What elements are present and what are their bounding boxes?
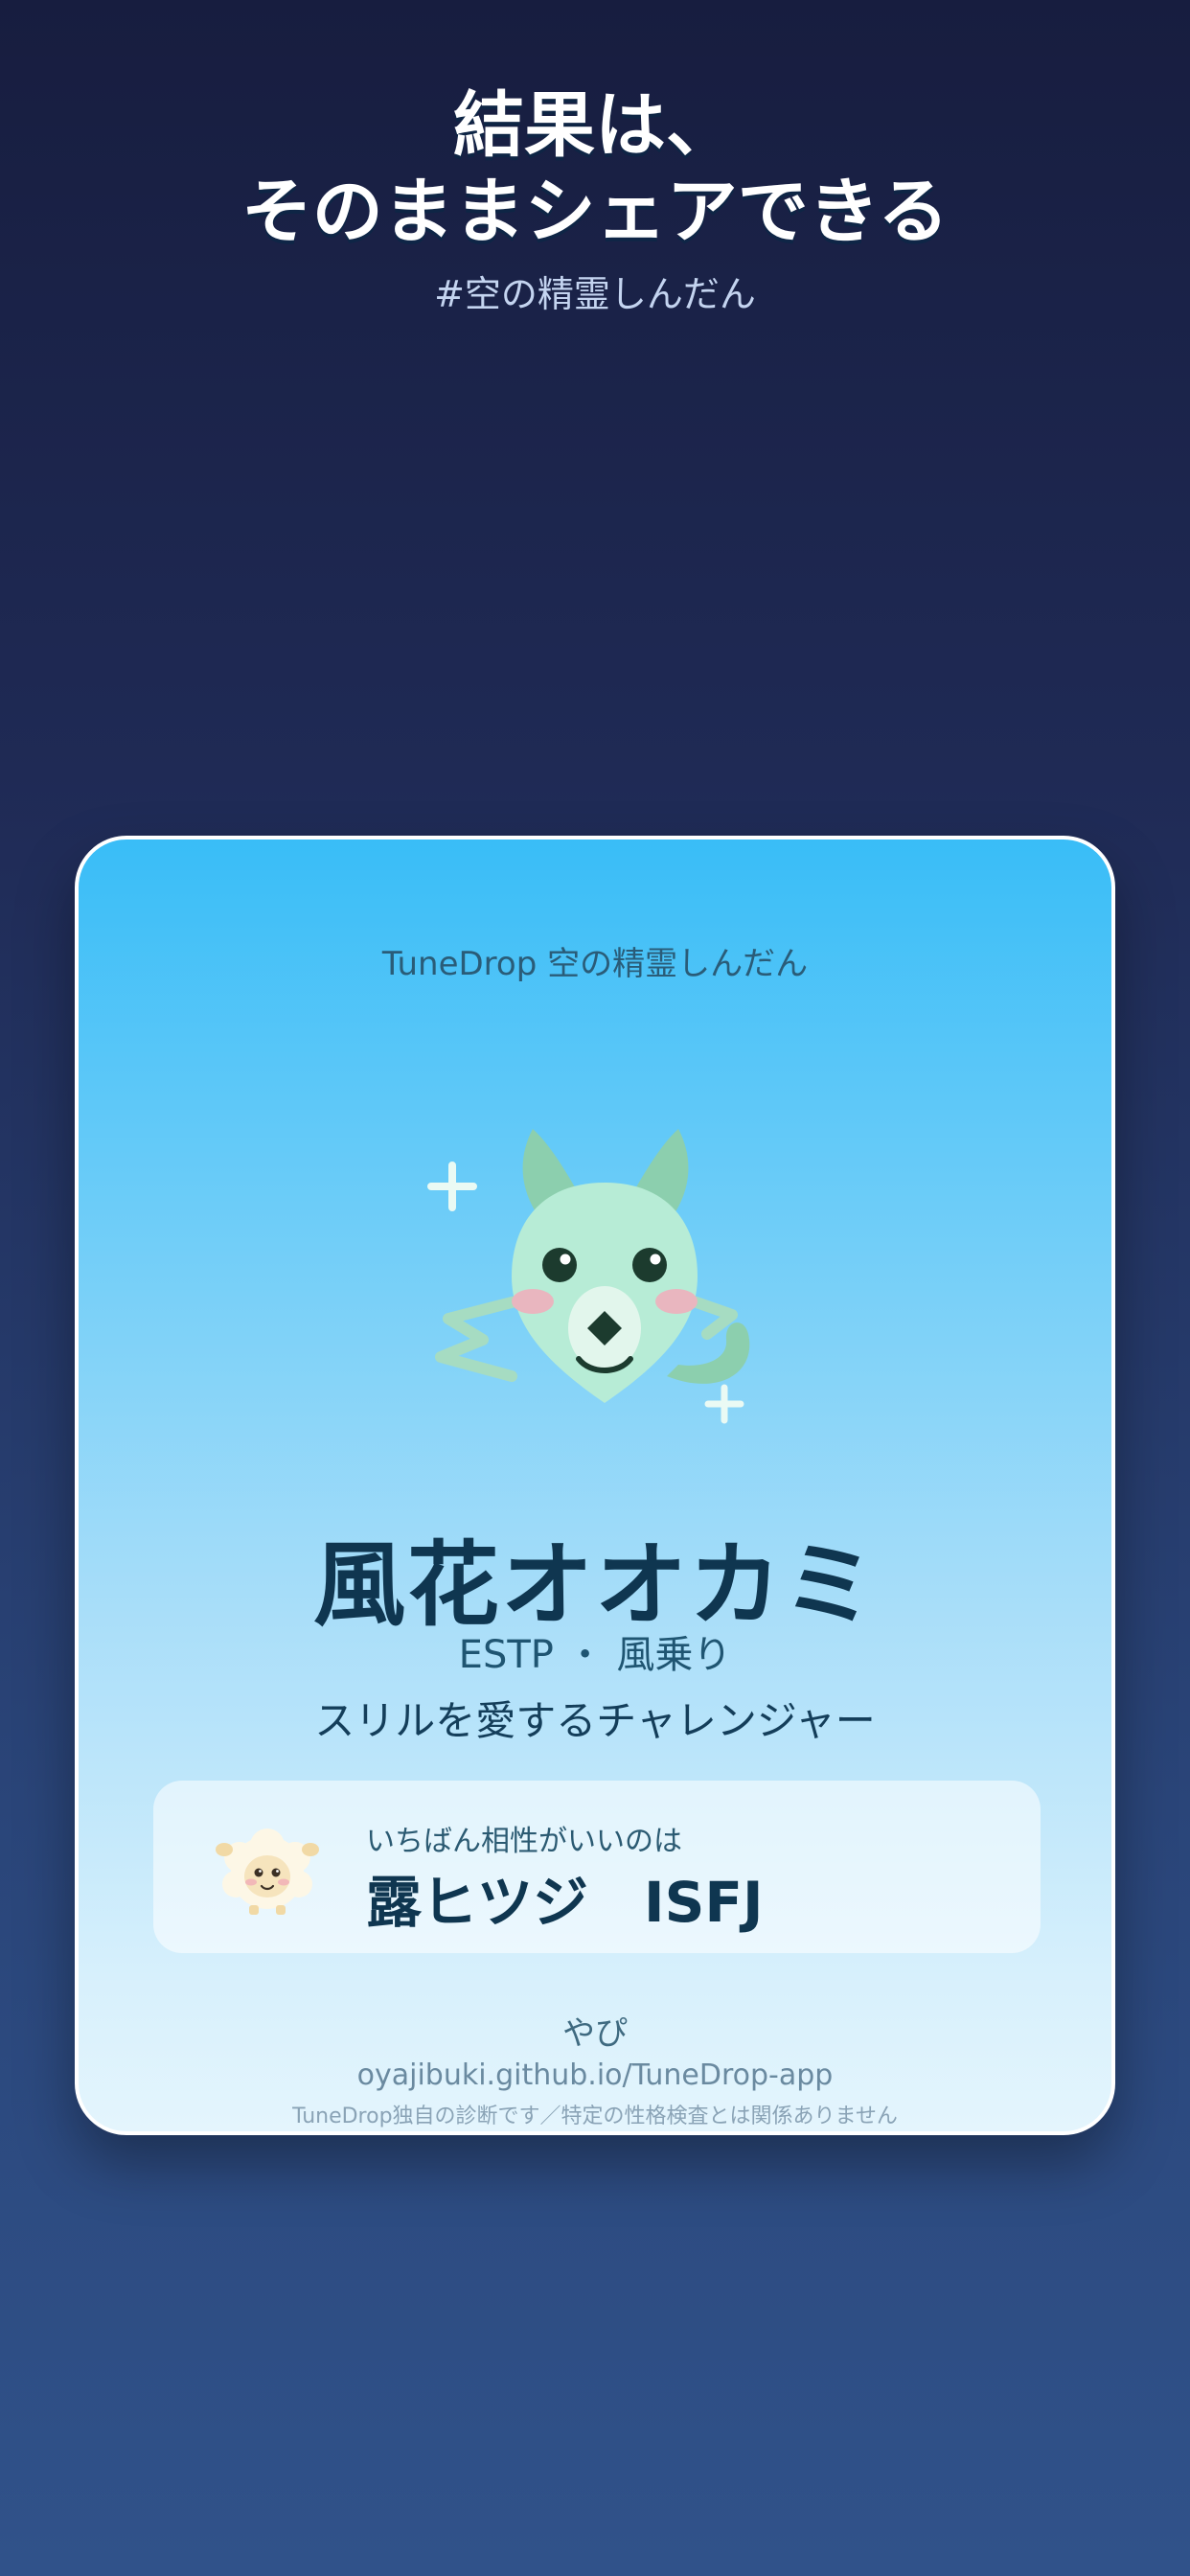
hashtag: #空の精霊しんだん	[434, 273, 756, 315]
wind-wolf-spirit-icon	[427, 1129, 750, 1424]
headline-line-2: そのままシェアできる	[240, 171, 950, 253]
dew-sheep-icon	[216, 1828, 319, 1915]
type-tagline: スリルを愛するチャレンジャー	[314, 1697, 876, 1744]
card-header: TuneDrop 空の精霊しんだん	[381, 945, 809, 983]
app-url: oyajibuki.github.io/TuneDrop-app	[356, 2058, 834, 2092]
result-card: TuneDrop 空の精霊しんだん 風花オオカミ ESTP ・ 風乗り スリルを…	[75, 836, 1115, 2135]
best-match-label: いちばん相性がいいのは	[366, 1825, 682, 1858]
disclaimer: TuneDrop独自の診断です／特定の性格検査とは関係ありません	[292, 2104, 898, 2128]
best-match-box: いちばん相性がいいのは 露ヒツジ ISFJ	[153, 1781, 1041, 1953]
type-code: ESTP ・ 風乗り	[458, 1633, 732, 1677]
headline: 結果は、 そのままシェアできる	[0, 82, 1190, 255]
author-name: やぴ	[562, 2014, 628, 2053]
headline-line-1: 結果は、	[453, 84, 737, 167]
best-match-name: 露ヒツジ ISFJ	[366, 1870, 764, 1935]
